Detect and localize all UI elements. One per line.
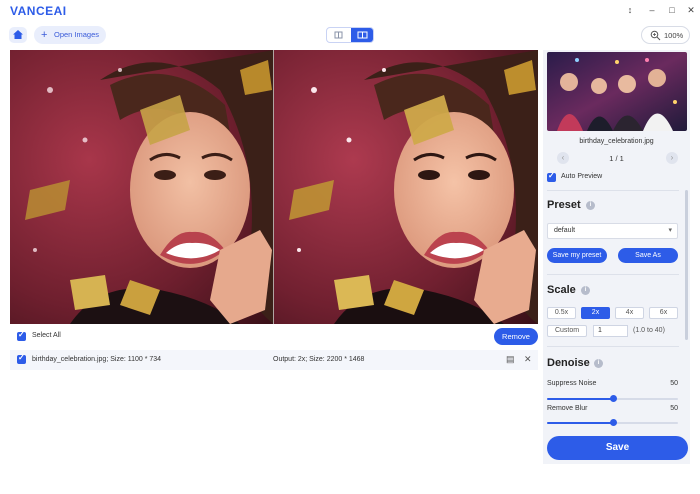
single-view-button[interactable] [327, 28, 350, 42]
preview-area[interactable] [10, 50, 538, 324]
suppress-noise-label: Suppress Noise [547, 380, 597, 387]
suppress-noise-slider[interactable] [547, 395, 678, 402]
zoom-icon [650, 30, 661, 41]
title-bar: VANCEAI ↕ – □ ✕ [0, 0, 700, 20]
zoom-button[interactable]: 100% [641, 26, 690, 44]
plus-icon: + [41, 29, 48, 41]
minimize-icon[interactable]: – [645, 3, 659, 17]
scale-option-6x[interactable]: 6x [649, 307, 678, 319]
app-window: VANCEAI ↕ – □ ✕ + Open Images 100% ✓ Sel… [0, 0, 700, 494]
home-button[interactable] [9, 27, 27, 43]
file-row-checkbox[interactable]: ✓ [17, 353, 26, 364]
suppress-noise-value: 50 [670, 380, 678, 387]
chevron-down-icon: ▾ [668, 227, 672, 234]
suppress-noise-handle[interactable] [610, 395, 617, 402]
auto-preview-label: Auto Preview [561, 173, 603, 180]
scale-option-4x[interactable]: 4x [615, 307, 644, 319]
original-image [10, 50, 274, 324]
check-icon: ✓ [548, 171, 555, 180]
custom-scale-button[interactable]: Custom [547, 325, 587, 337]
close-icon[interactable]: ✕ [684, 3, 698, 17]
denoise-info-icon[interactable]: i [594, 359, 603, 368]
sidebar-scrollbar[interactable] [685, 190, 688, 340]
remove-blur-fill [547, 422, 613, 424]
suppress-noise-fill [547, 398, 613, 400]
app-logo: VANCEAI [10, 4, 67, 18]
split-view-icon [357, 31, 368, 39]
view-mode-toggle [326, 27, 374, 43]
section-divider [547, 190, 679, 191]
preset-info-icon[interactable]: i [586, 201, 595, 210]
split-view-button[interactable] [351, 28, 373, 42]
scale-option-0-5x[interactable]: 0.5x [547, 307, 576, 319]
check-icon: ✓ [18, 330, 25, 339]
scale-info-icon[interactable]: i [581, 286, 590, 295]
folder-icon[interactable]: ▤ [506, 354, 515, 365]
preset-selected-value: default [554, 227, 576, 234]
enhanced-image [274, 50, 538, 324]
remove-blur-label: Remove Blur [547, 405, 588, 412]
file-name-info: birthday_celebration.jpg; Size: 1100 * 7… [32, 356, 162, 363]
preset-title: Preset [547, 199, 581, 211]
home-icon [13, 30, 23, 39]
remove-blur-handle[interactable] [610, 419, 617, 426]
select-all-label: Select All [32, 332, 61, 339]
scale-option-2x[interactable]: 2x [581, 307, 610, 319]
check-icon: ✓ [18, 353, 25, 362]
open-images-button[interactable]: + Open Images [34, 26, 106, 44]
scale-title: Scale [547, 284, 576, 296]
maximize-icon[interactable]: □ [665, 3, 679, 17]
custom-scale-input[interactable]: 1 [593, 325, 628, 337]
remove-button[interactable]: Remove [494, 328, 538, 345]
file-output-info: Output: 2x; Size: 2200 * 1468 [273, 356, 365, 363]
save-button[interactable]: Save [547, 436, 688, 460]
thumbnail-image[interactable] [547, 52, 687, 131]
remove-blur-value: 50 [670, 405, 678, 412]
denoise-title: Denoise [547, 357, 590, 369]
section-divider [547, 274, 679, 275]
thumbnail-filename: birthday_celebration.jpg [579, 138, 654, 145]
remove-blur-slider[interactable] [547, 419, 678, 426]
compare-divider[interactable] [273, 50, 274, 324]
section-divider [547, 346, 679, 347]
single-view-icon [334, 31, 343, 39]
next-image-button[interactable]: › [666, 152, 678, 164]
custom-scale-range: (1.0 to 40) [633, 327, 665, 334]
zoom-level: 100% [664, 31, 684, 40]
save-as-button[interactable]: Save As [618, 248, 678, 263]
auto-preview-checkbox[interactable]: ✓ [547, 171, 556, 182]
select-all-checkbox[interactable]: ✓ [17, 330, 26, 341]
pin-icon[interactable]: ↕ [623, 3, 637, 17]
open-images-label: Open Images [54, 30, 100, 39]
preset-select[interactable]: default ▾ [547, 223, 678, 239]
save-my-preset-button[interactable]: Save my preset [547, 248, 607, 263]
delete-row-icon[interactable]: ✕ [524, 354, 532, 365]
